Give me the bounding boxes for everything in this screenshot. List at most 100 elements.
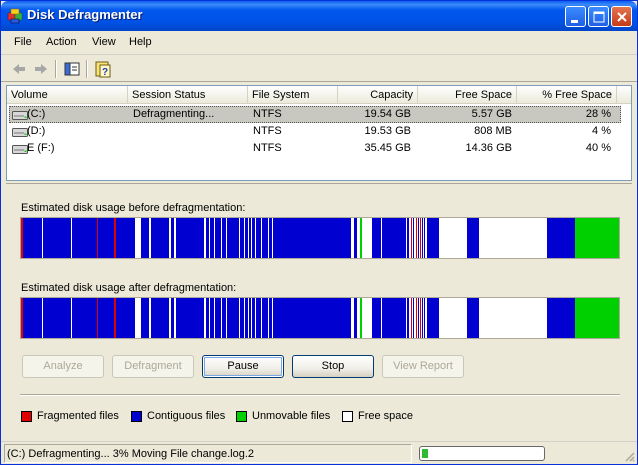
legend-swatch-contiguous	[131, 411, 142, 422]
resize-grip-icon[interactable]	[623, 450, 635, 462]
title-bar[interactable]: Disk Defragmenter	[1, 1, 637, 31]
show-hide-console-tree-icon[interactable]	[62, 59, 82, 79]
toolbar: ?	[1, 56, 637, 82]
defragment-button[interactable]: Defragment	[112, 355, 194, 378]
disk-block-free	[417, 298, 418, 338]
free-space: 14.36 GB	[465, 142, 512, 154]
disk-block-contiguous	[249, 218, 251, 258]
legend-swatch-unmovable	[236, 411, 247, 422]
percent-free-space: 40 %	[585, 142, 611, 154]
disk-block-contiguous	[467, 298, 479, 338]
disk-block-unmovable	[360, 218, 362, 258]
after-defrag-label: Estimated disk usage after defragmentati…	[21, 282, 237, 294]
disk-block-contiguous	[23, 298, 135, 338]
menu-file[interactable]: File	[14, 36, 32, 48]
disk-block-free	[135, 298, 141, 338]
disk-block-contiguous	[151, 298, 169, 338]
table-row[interactable]: (C:) Defragmenting... NTFS 19.54 GB 5.57…	[7, 106, 631, 123]
legend-label-fragmented: Fragmented files	[37, 410, 119, 422]
disk-block-free	[357, 218, 360, 258]
view-report-button[interactable]: View Report	[382, 355, 464, 378]
legend-label-unmovable: Unmovable files	[252, 410, 331, 422]
disk-block-contiguous	[249, 298, 251, 338]
disk-block-free	[255, 298, 256, 338]
disk-block-free	[268, 298, 269, 338]
disk-block-free	[71, 298, 72, 338]
toolbar-separator	[86, 60, 88, 78]
forward-arrow-icon[interactable]	[31, 59, 51, 79]
stop-button[interactable]: Stop	[292, 355, 374, 378]
disk-block-contiguous	[407, 298, 409, 338]
disk-block-contiguous	[413, 218, 414, 258]
menu-action[interactable]: Action	[46, 36, 77, 48]
legend-divider	[20, 394, 620, 396]
column-capacity[interactable]: Capacity	[338, 86, 418, 104]
disk-block-contiguous	[256, 298, 261, 338]
free-space: 5.57 GB	[471, 108, 512, 120]
menu-help[interactable]: Help	[129, 36, 152, 48]
disk-block-free	[423, 218, 424, 258]
column-percent-free-space[interactable]: % Free Space	[517, 86, 617, 104]
disk-block-contiguous	[382, 298, 406, 338]
pause-button[interactable]: Pause	[202, 355, 284, 378]
column-volume[interactable]: Volume	[7, 86, 128, 104]
menu-view[interactable]: View	[92, 36, 116, 48]
disk-block-free	[261, 298, 262, 338]
minimize-icon	[571, 20, 578, 23]
disk-block-free	[272, 218, 273, 258]
analyze-button[interactable]: Analyze	[22, 355, 104, 378]
column-free-space[interactable]: Free Space	[418, 86, 517, 104]
minimize-button[interactable]	[565, 6, 586, 27]
disk-block-free	[423, 298, 424, 338]
disk-block-free	[42, 218, 43, 258]
disk-block-contiguous	[407, 218, 409, 258]
disk-usage-map-before	[21, 218, 619, 258]
disk-block-free	[357, 298, 360, 338]
file-system: NTFS	[253, 142, 282, 154]
disk-block-free	[226, 298, 227, 338]
maximize-button[interactable]	[588, 6, 609, 27]
disk-block-free	[221, 298, 222, 338]
disk-block-free	[261, 218, 262, 258]
capacity: 19.54 GB	[364, 108, 411, 120]
disk-block-free	[174, 298, 176, 338]
column-session-status[interactable]: Session Status	[128, 86, 248, 104]
disk-block-free	[214, 218, 215, 258]
help-icon[interactable]: ?	[93, 59, 113, 79]
disk-block-unmovable	[575, 218, 619, 258]
close-button[interactable]	[611, 6, 632, 27]
volume-list[interactable]: Volume Session Status File System Capaci…	[6, 85, 632, 181]
status-text: (C:) Defragmenting... 3% Moving File cha…	[4, 444, 412, 463]
disk-block-contiguous	[256, 218, 261, 258]
disk-block-free	[169, 298, 170, 338]
disk-block-contiguous	[418, 218, 419, 258]
disk-block-free	[479, 298, 547, 338]
disk-block-free	[209, 218, 210, 258]
disk-block-contiguous	[227, 218, 239, 258]
disk-block-free	[362, 218, 372, 258]
table-row[interactable]: E (F:) NTFS 35.45 GB 14.36 GB 40 %	[7, 140, 631, 157]
disk-block-fragmented	[416, 218, 417, 258]
volume-name: E (F:)	[27, 142, 55, 154]
before-defrag-label: Estimated disk usage before defragmentat…	[21, 202, 246, 214]
disk-block-contiguous	[227, 298, 239, 338]
disk-block-free	[204, 298, 205, 338]
hard-drive-icon	[12, 145, 28, 154]
column-file-system[interactable]: File System	[248, 86, 338, 104]
file-system: NTFS	[253, 108, 282, 120]
status-bar: (C:) Defragmenting... 3% Moving File cha…	[1, 441, 637, 464]
disk-block-contiguous	[171, 298, 174, 338]
disk-block-contiguous	[269, 298, 272, 338]
disk-usage-map-after	[21, 298, 619, 338]
disk-block-fragmented	[114, 298, 116, 338]
legend-swatch-free	[342, 411, 353, 422]
disk-block-fragmented	[97, 298, 98, 338]
column-header: Volume Session Status File System Capaci…	[7, 86, 631, 104]
disk-block-contiguous	[354, 298, 357, 338]
disk-block-free	[351, 218, 354, 258]
disk-block-contiguous	[427, 218, 429, 258]
disk-block-contiguous	[424, 218, 425, 258]
disk-block-free	[412, 298, 413, 338]
back-arrow-icon[interactable]	[9, 59, 29, 79]
table-row[interactable]: (D:) NTFS 19.53 GB 808 MB 4 %	[7, 123, 631, 140]
